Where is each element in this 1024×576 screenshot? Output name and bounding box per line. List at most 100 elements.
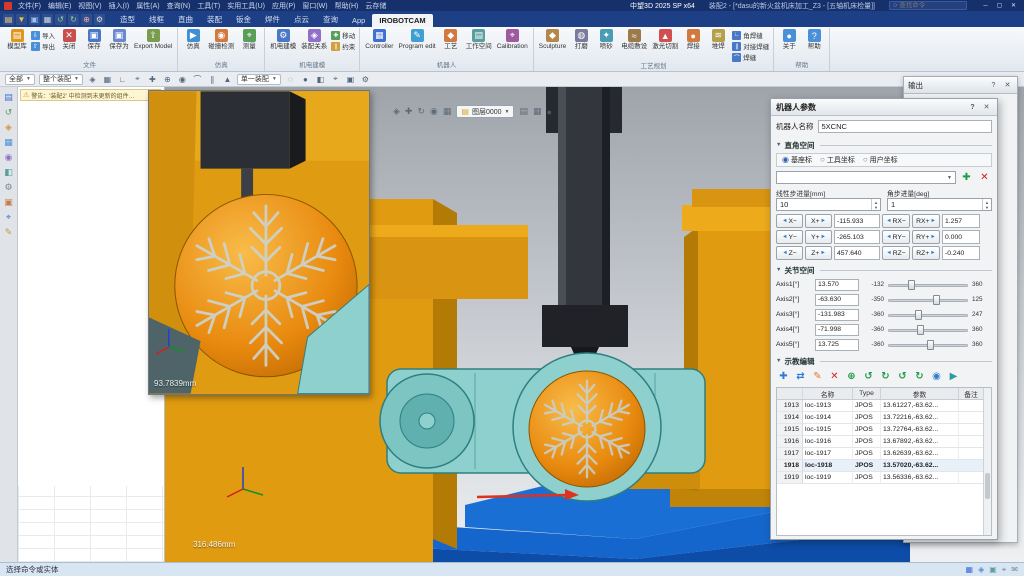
vision-icon[interactable]: ◧ bbox=[3, 166, 15, 178]
ribbon-button[interactable]: ●关于 bbox=[777, 28, 801, 51]
axis-slider[interactable] bbox=[887, 324, 969, 336]
jog-rot-neg-button[interactable]: ◄RZ− bbox=[882, 246, 910, 260]
pose-combo[interactable]: ▼ bbox=[776, 171, 956, 184]
angular-step-input[interactable]: 1 ▲▼ bbox=[887, 198, 992, 211]
ribbon-button[interactable]: ≈电缆敷设 bbox=[619, 28, 649, 51]
robot-close-button[interactable]: ✕ bbox=[981, 102, 992, 113]
note-icon[interactable]: ✎ bbox=[3, 226, 15, 238]
section-teach[interactable]: ▼ 示教编辑 bbox=[776, 355, 992, 367]
axis-value-field[interactable]: 13.570 bbox=[815, 279, 859, 291]
ribbon-button[interactable]: ✎Program edit bbox=[396, 28, 437, 51]
zoom-icon[interactable]: ◉ bbox=[430, 106, 438, 117]
ribbon-tab[interactable]: 钣金 bbox=[229, 12, 258, 27]
menu-item[interactable]: 云存储 bbox=[365, 1, 386, 11]
ribbon-button[interactable]: ▤模型库 bbox=[5, 28, 29, 51]
section-cartesian[interactable]: ▼ 直角空间 bbox=[776, 139, 992, 151]
layers-icon[interactable]: ▦ bbox=[3, 136, 15, 148]
render-icon[interactable]: ● bbox=[547, 107, 552, 117]
radio-option[interactable]: ○工具坐标 bbox=[820, 155, 855, 165]
snap-status-icon[interactable]: ◈ bbox=[978, 565, 984, 574]
axis-slider[interactable] bbox=[887, 309, 969, 321]
axis-value-field[interactable]: -63.630 bbox=[815, 294, 859, 306]
grid-toggle-icon[interactable]: ▦ bbox=[533, 106, 542, 117]
slider-thumb[interactable] bbox=[933, 295, 940, 305]
ribbon-button[interactable]: ●焊接 bbox=[681, 28, 705, 51]
filter-dropdown[interactable]: 单一装配▼ bbox=[237, 74, 281, 85]
jog-icon[interactable]: ⇄ bbox=[793, 370, 808, 384]
redo-icon[interactable]: ↻ bbox=[68, 14, 79, 25]
command-search[interactable]: ○ bbox=[889, 1, 967, 10]
jog-value-field[interactable]: 457.640 bbox=[834, 246, 880, 260]
ribbon-tab[interactable]: 查询 bbox=[316, 12, 345, 27]
grid-snap-icon[interactable]: ⊕ bbox=[162, 74, 173, 85]
axis-slider[interactable] bbox=[887, 279, 969, 291]
magnifier-inset[interactable]: 93.7839mm bbox=[148, 90, 370, 395]
ribbon-button[interactable]: ∟角焊缝 bbox=[731, 30, 770, 40]
table-row[interactable]: 1915loc-1915JPOS13.72764,-63.62... bbox=[777, 424, 983, 436]
jog-value-field[interactable]: -115.933 bbox=[834, 214, 880, 228]
ribbon-button[interactable]: ∥对接焊缝 bbox=[731, 41, 770, 51]
pick-face-icon[interactable]: ▦ bbox=[102, 74, 113, 85]
menu-item[interactable]: 编辑(E) bbox=[48, 1, 71, 11]
slider-thumb[interactable] bbox=[908, 280, 915, 290]
maximize-button[interactable]: ▢ bbox=[993, 1, 1006, 10]
table-row[interactable]: 1914loc-1914JPOS13.72216,-63.62... bbox=[777, 412, 983, 424]
ribbon-button[interactable]: ◆工艺 bbox=[439, 28, 463, 51]
menu-item[interactable]: 属性(A) bbox=[136, 1, 159, 11]
menu-item[interactable]: 窗口(W) bbox=[302, 1, 327, 11]
shaded-icon[interactable]: ● bbox=[300, 74, 311, 85]
midpoint-icon[interactable]: ◉ bbox=[177, 74, 188, 85]
axis-value-field[interactable]: 13.725 bbox=[815, 339, 859, 351]
ribbon-button[interactable]: ✦喷砂 bbox=[594, 28, 618, 51]
slider-thumb[interactable] bbox=[917, 325, 924, 335]
table-row[interactable]: 1917loc-1917JPOS13.62639,-63.62... bbox=[777, 448, 983, 460]
menu-item[interactable]: 文件(F) bbox=[18, 1, 41, 11]
jog-value-field[interactable]: -265.103 bbox=[834, 230, 880, 244]
jog-pos-button[interactable]: Z+► bbox=[805, 246, 832, 260]
jog-pos-button[interactable]: Y+► bbox=[805, 230, 832, 244]
minimize-button[interactable]: ─ bbox=[979, 1, 992, 10]
measure-icon[interactable]: ⌖ bbox=[330, 74, 341, 85]
table-row[interactable]: 1913loc-1913JPOS13.61227,-63.62... bbox=[777, 400, 983, 412]
ribbon-button[interactable]: ▶仿真 bbox=[181, 28, 205, 51]
undo-icon[interactable]: ↺ bbox=[55, 14, 66, 25]
axis-value-field[interactable]: -71.998 bbox=[815, 324, 859, 336]
search-input[interactable] bbox=[899, 2, 959, 9]
ribbon-button[interactable]: ◍打磨 bbox=[569, 28, 593, 51]
scrollbar-thumb[interactable] bbox=[985, 473, 990, 499]
layer-status-icon[interactable]: ▣ bbox=[989, 565, 997, 574]
slider-thumb[interactable] bbox=[915, 310, 922, 320]
jog-rot-neg-button[interactable]: ◄RX− bbox=[882, 214, 910, 228]
ribbon-button[interactable]: ✚移动 bbox=[330, 30, 356, 40]
manager-panel[interactable]: ⚠ 警告：'装配2' 中检测到未更新的组件… bbox=[18, 87, 165, 562]
ribbon-button[interactable]: ◈装配关系 bbox=[299, 28, 329, 51]
record-point-icon[interactable]: ⊕ bbox=[844, 370, 859, 384]
linear-step-input[interactable]: 10 ▲▼ bbox=[776, 198, 881, 211]
ribbon-tab[interactable]: 直曲 bbox=[171, 12, 200, 27]
axis-slider[interactable] bbox=[887, 294, 969, 306]
slider-thumb[interactable] bbox=[927, 340, 934, 350]
rotate-z-icon[interactable]: ↺ bbox=[895, 370, 910, 384]
ribbon-button[interactable]: ◆Sculpture bbox=[537, 28, 568, 51]
ribbon-tab[interactable]: IROBOTCAM bbox=[372, 14, 432, 27]
ribbon-button[interactable]: ≋堆焊 bbox=[706, 28, 730, 51]
layer-dropdown[interactable]: ▤图层0000▼ bbox=[456, 105, 514, 118]
ribbon-button[interactable]: ✕关闭 bbox=[57, 28, 81, 51]
section-joint[interactable]: ▼ 关节空间 bbox=[776, 264, 992, 276]
jog-rot-neg-button[interactable]: ◄RY− bbox=[882, 230, 910, 244]
ribbon-button[interactable]: ⇩导入 bbox=[30, 30, 56, 40]
perpendicular-icon[interactable]: ▲ bbox=[222, 74, 233, 85]
rotate-x-icon[interactable]: ↺ bbox=[861, 370, 876, 384]
open-file-icon[interactable]: ▼ bbox=[16, 14, 27, 25]
history-icon[interactable]: ↺ bbox=[3, 106, 15, 118]
jog-rot-value-field[interactable]: 1.257 bbox=[942, 214, 980, 228]
refresh-icon[interactable]: ⊕ bbox=[81, 14, 92, 25]
menu-item[interactable]: 插入(I) bbox=[109, 1, 130, 11]
message-status-icon[interactable]: ✉ bbox=[1011, 565, 1018, 574]
jog-neg-button[interactable]: ◄Y− bbox=[776, 230, 803, 244]
ribbon-button[interactable]: ▣保存 bbox=[82, 28, 106, 51]
ribbon-button[interactable]: ⚙机电建模 bbox=[268, 28, 298, 51]
save-icon[interactable]: ▣ bbox=[29, 14, 40, 25]
ribbon-button[interactable]: ⌒焊缝 bbox=[731, 52, 770, 62]
ribbon-button[interactable]: ▦Controller bbox=[363, 28, 395, 51]
